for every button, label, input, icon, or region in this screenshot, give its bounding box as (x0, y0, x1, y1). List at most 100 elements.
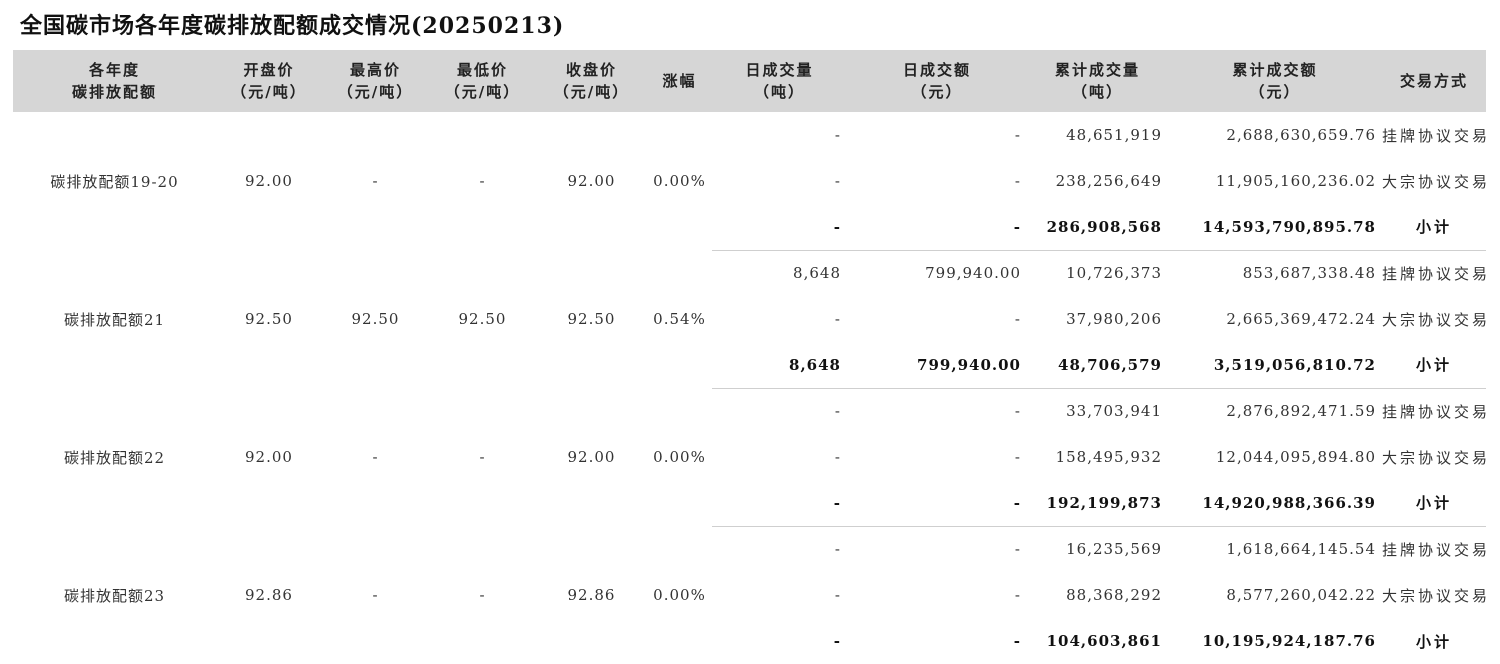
day-volume-cell: - (834, 540, 841, 559)
cum-volume-cell: 10,726,373 (1066, 264, 1162, 283)
day-amount-cell: - (1014, 126, 1021, 144)
trade-method-cell: 挂牌协议交易 (1382, 264, 1491, 283)
day-amount-cell: - (847, 204, 1027, 251)
open-price-cell: 92.50 (245, 310, 293, 328)
day-amount-cell: - (1014, 402, 1021, 421)
day-volume-cell: - (834, 586, 841, 604)
low-price-cell: - (479, 586, 486, 604)
open-price-cell: 92.00 (245, 172, 293, 190)
trade-method-cell: 小计 (1382, 204, 1486, 251)
trade-method-cell: 大宗协议交易 (1382, 310, 1491, 329)
trade-method-cell: 挂牌协议交易 (1382, 126, 1491, 145)
trade-method-cell: 大宗协议交易 (1382, 586, 1491, 605)
header-day-volume: 日成交量 （吨） (745, 61, 814, 101)
close-price-cell: 92.00 (567, 172, 616, 190)
cum-volume-cell: 88,368,292 (1066, 586, 1162, 604)
day-volume-cell: - (834, 172, 841, 190)
day-amount-cell: - (1014, 310, 1021, 328)
change-cell: 0.00% (653, 172, 706, 190)
day-amount-cell: - (1014, 448, 1021, 466)
quota-name-cell: 碳排放配额21 (63, 310, 166, 329)
header-high-price: 最高价 （元/吨） (337, 61, 414, 101)
cum-amount-cell: 8,577,260,042.22 (1226, 586, 1376, 604)
high-price-cell: - (372, 448, 379, 466)
cum-amount-cell: 14,593,790,895.78 (1168, 204, 1382, 251)
cum-volume-cell: 37,980,206 (1066, 310, 1162, 328)
cum-amount-cell: 2,876,892,471.59 (1226, 402, 1376, 421)
quota-name-cell: 碳排放配额19-20 (50, 172, 179, 191)
day-volume-cell: 8,648 (712, 342, 847, 389)
trade-method-cell: 小计 (1382, 342, 1486, 389)
day-amount-cell: - (847, 480, 1027, 527)
table-body: 碳排放配额19-20 92.00- -92.00 0.00% - -48,651,919 2… (13, 112, 1491, 664)
trade-method-cell: 挂牌协议交易 (1382, 402, 1491, 421)
low-price-cell: - (479, 448, 486, 466)
day-amount-cell: 799,940.00 (925, 264, 1021, 283)
day-volume-cell: - (834, 448, 841, 466)
day-amount-cell: - (1014, 172, 1021, 190)
cum-amount-cell: 10,195,924,187.76 (1202, 632, 1376, 650)
trade-method-cell: 小计 (1415, 632, 1452, 651)
low-price-cell: - (479, 172, 486, 190)
trade-method-cell: 大宗协议交易 (1382, 172, 1491, 191)
header-trade-method: 交易方式 (1399, 72, 1468, 90)
high-price-cell: - (372, 172, 379, 190)
day-volume-cell: - (712, 480, 847, 527)
day-amount-cell: - (1014, 586, 1021, 604)
cum-amount-cell: 1,618,664,145.54 (1226, 540, 1376, 559)
low-price-cell: 92.50 (458, 310, 507, 328)
day-volume-cell: - (712, 204, 847, 251)
day-volume-cell: - (834, 126, 841, 144)
trade-method-cell: 挂牌协议交易 (1382, 540, 1491, 559)
table-header-row: 各年度 碳排放配额 开盘价 （元/吨） 最高价 （元/吨） 最低价 （元/吨） … (13, 50, 1486, 112)
header-close-price: 收盘价 （元/吨） (553, 61, 630, 101)
change-cell: 0.00% (653, 448, 706, 466)
open-price-cell: 92.86 (245, 586, 293, 604)
day-amount-cell: - (1014, 540, 1021, 559)
header-cum-volume: 累计成交量 （吨） (1054, 61, 1140, 101)
cum-amount-cell: 2,665,369,472.24 (1226, 310, 1376, 328)
table-row: 碳排放配额23 92.86 - - 92.86 0.00% - - 16,235,569 1,61… (13, 526, 1491, 604)
cum-amount-cell: 12,044,095,894.80 (1215, 448, 1376, 466)
cum-volume-cell: 104,603,861 (1046, 632, 1162, 650)
header-cum-amount: 累计成交额 （元） (1232, 61, 1318, 101)
change-cell: 0.54% (653, 310, 706, 328)
day-volume-cell: - (833, 632, 841, 650)
high-price-cell: - (372, 586, 379, 604)
high-price-cell: 92.50 (351, 310, 400, 328)
cum-volume-cell: 33,703,941 (1066, 402, 1162, 421)
day-volume-cell: - (834, 310, 841, 328)
header-change: 涨幅 (662, 72, 697, 90)
close-price-cell: 92.86 (567, 586, 616, 604)
cum-volume-cell: 48,651,919 (1066, 126, 1162, 144)
cum-volume-cell: 16,235,569 (1066, 540, 1162, 559)
close-price-cell: 92.00 (567, 448, 616, 466)
day-volume-cell: 8,648 (793, 264, 841, 283)
cum-volume-cell: 48,706,579 (1027, 342, 1168, 389)
close-price-cell: 92.50 (567, 310, 616, 328)
quota-name-cell: 碳排放配额22 (63, 448, 166, 467)
cum-volume-cell: 286,908,568 (1027, 204, 1168, 251)
carbon-quota-table: 各年度 碳排放配额 开盘价 （元/吨） 最高价 （元/吨） 最低价 （元/吨） … (13, 50, 1491, 664)
header-year-quota: 各年度 碳排放配额 (71, 61, 157, 101)
header-low-price: 最低价 （元/吨） (444, 61, 521, 101)
cum-volume-cell: 158,495,932 (1055, 448, 1162, 466)
table-row: 碳排放配额21 92.50 92.50 92.50 92.50 0.54% 8,648 799… (13, 250, 1491, 328)
open-price-cell: 92.00 (245, 448, 293, 466)
header-day-amount: 日成交额 （元） (902, 61, 971, 101)
cum-volume-cell: 192,199,873 (1027, 480, 1168, 527)
change-cell: 0.00% (653, 586, 706, 604)
header-open-price: 开盘价 （元/吨） (231, 61, 307, 101)
cum-amount-cell: 3,519,056,810.72 (1168, 342, 1382, 389)
trade-method-cell: 大宗协议交易 (1382, 448, 1491, 467)
cum-volume-cell: 238,256,649 (1055, 172, 1162, 190)
day-amount-cell: 799,940.00 (847, 342, 1027, 389)
day-amount-cell: - (1013, 632, 1021, 650)
cum-amount-cell: 11,905,160,236.02 (1215, 172, 1376, 190)
table-row: 碳排放配额19-20 92.00 - - 92.00 0.00% - - 48,651,919 2… (13, 112, 1491, 191)
day-volume-cell: - (834, 402, 841, 421)
cum-amount-cell: 853,687,338.48 (1242, 264, 1376, 283)
page-title: 全国碳市场各年度碳排放配额成交情况(20250213) (20, 13, 565, 39)
table-row: 碳排放配额22 92.00 - - 92.00 0.00% - - 33,703,941 2,87… (13, 388, 1491, 466)
cum-amount-cell: 14,920,988,366.39 (1168, 480, 1382, 527)
